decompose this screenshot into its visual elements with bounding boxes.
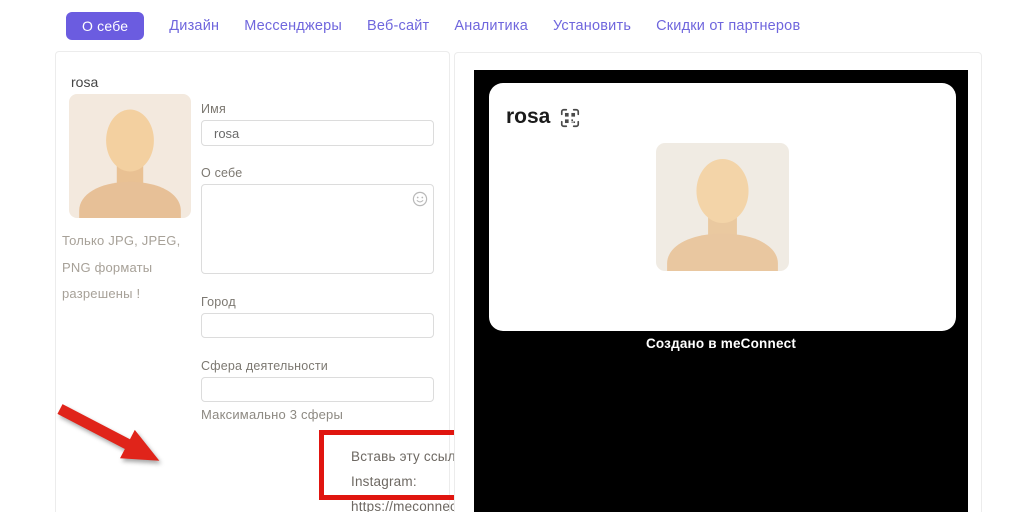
about-field [201,184,434,274]
city-input[interactable] [201,313,434,338]
tab-bar: О себе Дизайн Мессенджеры Веб-сайт Анали… [66,12,800,40]
preview-name-row: rosa [506,105,581,129]
tab-about[interactable]: О себе [66,12,144,40]
about-label: О себе [201,166,242,180]
avatar-placeholder-icon [69,94,191,218]
tab-install[interactable]: Установить [553,18,631,34]
city-label: Город [201,295,236,309]
tab-website[interactable]: Веб-сайт [367,18,429,34]
profile-photo-upload[interactable] [69,94,191,218]
tab-partner-discounts[interactable]: Скидки от партнеров [656,18,800,34]
name-label: Имя [201,102,226,116]
preview-footer: Создано в meConnect [474,336,968,351]
photo-format-note: Только JPG, JPEG, PNG форматы разрешены … [62,228,207,308]
preview-avatar [656,143,789,271]
preview-panel: rosa [454,52,982,512]
profile-form-panel: rosa Только JPG, JPEG, PNG форматы разре… [55,51,450,512]
emoji-smiley-icon[interactable] [412,191,428,207]
profile-username: rosa [71,74,98,90]
sphere-input[interactable] [201,377,434,402]
name-input[interactable] [201,120,434,146]
tab-analytics[interactable]: Аналитика [454,18,528,34]
tab-design[interactable]: Дизайн [169,18,219,34]
tab-messengers[interactable]: Мессенджеры [244,18,342,34]
preview-name: rosa [506,105,550,129]
preview-card: rosa [489,83,956,331]
about-textarea[interactable] [201,184,434,274]
avatar-placeholder-icon [656,143,789,271]
qr-code-icon[interactable] [559,107,581,129]
sphere-label: Сфера деятельности [201,359,328,373]
sphere-helper-text: Максимально 3 сферы [201,407,343,422]
phone-preview: rosa [474,70,968,512]
